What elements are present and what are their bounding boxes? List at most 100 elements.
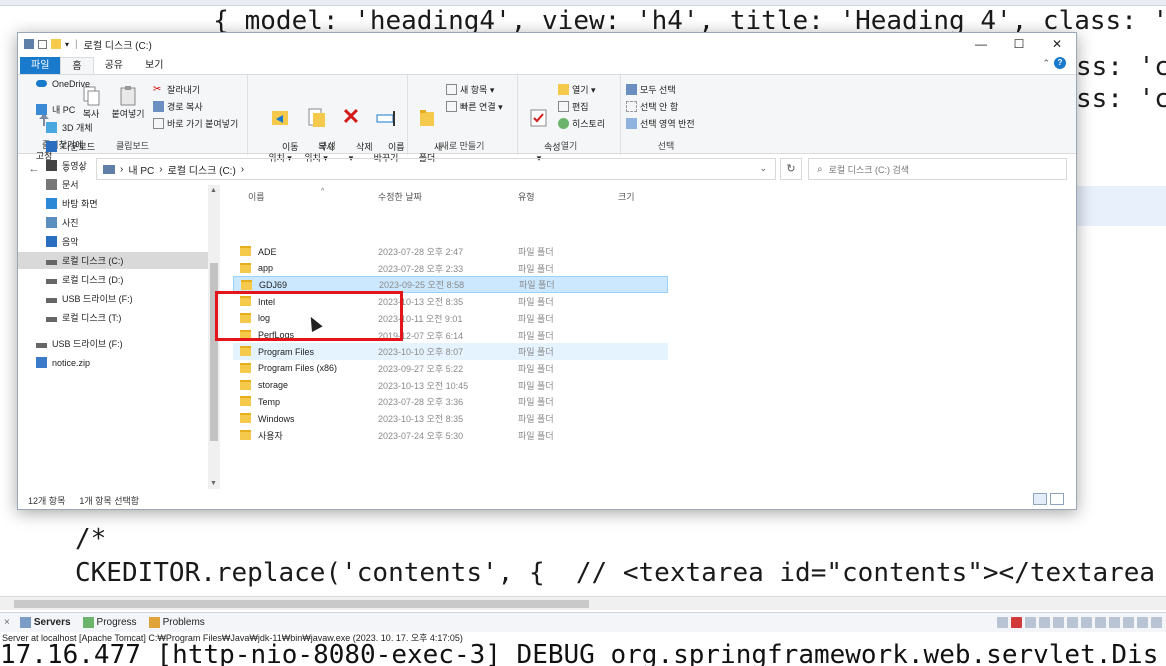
file-type: 파일 폴더 [518, 414, 554, 424]
highlight-box [215, 291, 403, 341]
minimize-button[interactable]: — [962, 33, 1000, 55]
display-console-icon[interactable] [1109, 617, 1120, 628]
code-line-right-3: ss: 'c [1076, 84, 1166, 114]
file-name: app [258, 263, 274, 274]
sidebar-item[interactable]: OneDrive [18, 75, 208, 92]
sidebar-item[interactable]: 로컬 디스크 (C:) [18, 252, 208, 269]
sidebar-item[interactable]: 사진 [18, 214, 208, 231]
sidebar-item[interactable]: 음악 [18, 233, 208, 250]
properties-icon[interactable] [38, 39, 47, 49]
file-type: 파일 폴더 [518, 397, 554, 408]
sidebar-item[interactable]: USB 드라이브 (F:) [18, 335, 208, 352]
file-row[interactable]: storage 2023-10-13 오전 10:45 파일 폴더 [233, 377, 668, 394]
select-all-label: 모두 선택 [640, 85, 676, 95]
file-row[interactable]: 사용자 2023-07-24 오후 5:30 파일 폴더 [233, 427, 668, 444]
file-row[interactable]: Program Files (x86) 2023-09-27 오후 5:22 파일 … [233, 360, 668, 377]
tab-home[interactable]: 홈 [60, 57, 94, 74]
tab-view[interactable]: 보기 [134, 57, 174, 74]
search-input[interactable]: ⌕ 로컬 디스크 (C:) 검색 [808, 158, 1067, 180]
file-date: 2023-10-10 오후 8:07 [378, 347, 464, 358]
help-icon[interactable]: ? [1054, 57, 1066, 69]
stop-icon[interactable] [1011, 617, 1022, 628]
customize-qat-icon[interactable]: ▾ [65, 40, 69, 49]
edit-button[interactable]: 편집 [558, 100, 589, 113]
file-type: 파일 폴더 [518, 297, 554, 308]
file-row[interactable]: app 2023-07-28 오후 2:33 파일 폴더 [233, 260, 668, 277]
file-row[interactable]: Windows 2023-10-13 오전 8:35 파일 폴더 [233, 410, 668, 427]
drive-icon [46, 317, 57, 322]
quick-access-toolbar: ▾ [24, 39, 69, 49]
show-console-icon[interactable] [1081, 617, 1092, 628]
file-name: Program Files [258, 346, 315, 357]
open-console-icon[interactable] [1123, 617, 1134, 628]
remove-all-icon[interactable] [1039, 617, 1050, 628]
open-button[interactable]: 열기 ▾ [558, 83, 596, 96]
pictures-icon [46, 217, 57, 228]
file-type: 파일 폴더 [519, 280, 555, 291]
minimize-icon[interactable] [1137, 617, 1148, 628]
file-row[interactable]: Temp 2023-07-28 오후 3:36 파일 폴더 [233, 393, 668, 410]
search-placeholder: 로컬 디스크 (C:) 검색 [828, 164, 910, 175]
remove-icon[interactable] [1025, 617, 1036, 628]
tab-progress[interactable]: Progress [77, 617, 143, 628]
code-line-right-2: ss: 'c [1076, 52, 1166, 82]
select-none-button[interactable]: 선택 안 함 [626, 100, 678, 113]
select-all-button[interactable]: 모두 선택 [626, 83, 676, 96]
file-name: Temp [258, 396, 281, 407]
videos-icon [46, 160, 57, 171]
history-button[interactable]: 히스토리 [558, 117, 605, 130]
sidebar-item[interactable]: 내 PC [18, 101, 208, 118]
large-icons-view-icon[interactable] [1050, 493, 1064, 505]
column-header-type[interactable]: 유형 [518, 190, 535, 203]
close-icon[interactable]: × [0, 617, 14, 628]
collapse-ribbon-icon[interactable]: ⌃ [1042, 58, 1050, 69]
nav-scroll-thumb[interactable] [210, 263, 218, 441]
progress-icon [82, 617, 94, 628]
sidebar-item[interactable]: 로컬 디스크 (T:) [18, 309, 208, 326]
sidebar-item[interactable]: USB 드라이브 (F:) [18, 290, 208, 307]
maximize-icon[interactable] [1151, 617, 1162, 628]
tab-problems[interactable]: Problems [143, 617, 211, 628]
easy-access-button[interactable]: 빠른 연결 ▾ [446, 100, 503, 113]
tab-servers[interactable]: Servers [14, 617, 77, 628]
window-title: 로컬 디스크 (C:) [83, 40, 152, 52]
scroll-lock-icon[interactable] [1053, 617, 1064, 628]
new-folder-icon[interactable] [51, 39, 61, 49]
invert-selection-label: 선택 영역 반전 [640, 119, 695, 129]
invert-selection-button[interactable]: 선택 영역 반전 [626, 117, 695, 130]
sidebar-item[interactable]: 동영상 [18, 157, 208, 174]
file-name: Windows [258, 413, 295, 424]
sidebar-item[interactable]: 3D 개체 [18, 119, 208, 136]
refresh-button[interactable]: ↻ [780, 158, 802, 180]
sidebar-item[interactable]: 다운로드 [18, 138, 208, 155]
sidebar-item[interactable]: 바탕 화면 [18, 195, 208, 212]
pin-console-icon[interactable] [1095, 617, 1106, 628]
tab-file[interactable]: 파일 [20, 57, 61, 74]
this-pc-icon [36, 104, 47, 115]
word-wrap-icon[interactable] [1067, 617, 1078, 628]
close-button[interactable]: ✕ [1038, 33, 1076, 55]
file-row[interactable]: Program Files 2023-10-10 오후 8:07 파일 폴더 [233, 343, 668, 361]
column-header-size[interactable]: 크기 [618, 190, 635, 203]
title-bar[interactable]: ▾ | 로컬 디스크 (C:) [18, 33, 1076, 55]
zip-icon [36, 357, 47, 368]
ribbon-help-area: ⌃ ? [1042, 57, 1066, 69]
maximize-button[interactable]: ☐ [1000, 33, 1038, 55]
address-dropdown-icon[interactable]: ⌄ [759, 163, 767, 174]
sidebar-item[interactable]: 문서 [18, 176, 208, 193]
ide-horizontal-scrollbar[interactable] [0, 596, 1166, 610]
sidebar-item[interactable]: 로컬 디스크 (D:) [18, 271, 208, 288]
sidebar-item-label: 내 PC [52, 105, 76, 115]
ide-scroll-thumb[interactable] [14, 600, 589, 608]
column-header-name[interactable]: 이름 ^ [248, 188, 324, 203]
sidebar-item[interactable]: notice.zip [18, 354, 208, 371]
details-view-icon[interactable] [1033, 493, 1047, 505]
tab-share[interactable]: 공유 [94, 57, 134, 74]
new-item-button[interactable]: 새 항목 ▾ [446, 83, 494, 96]
file-row[interactable]: ADE 2023-07-28 오후 2:47 파일 폴더 [233, 243, 668, 260]
scroll-up-icon[interactable]: ▲ [210, 187, 217, 194]
column-header-date[interactable]: 수정한 날짜 [378, 190, 422, 203]
scroll-down-icon[interactable]: ▼ [210, 480, 217, 487]
clear-icon[interactable] [997, 617, 1008, 628]
downloads-icon [46, 141, 57, 152]
